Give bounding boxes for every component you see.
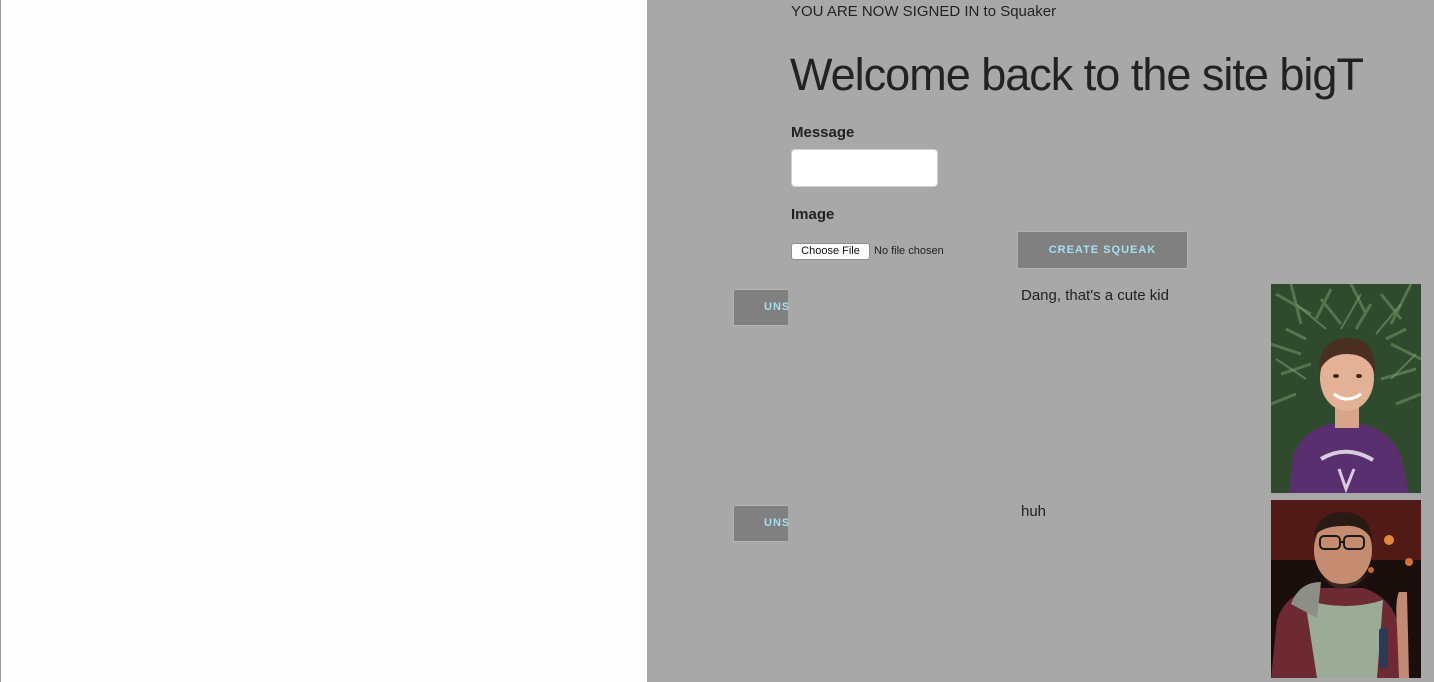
choose-file-button[interactable]: Choose File <box>791 243 870 260</box>
signed-in-notice: YOU ARE NOW SIGNED IN to Squaker <box>791 3 1057 20</box>
message-input[interactable] <box>791 149 938 187</box>
unsubscribe-button[interactable]: UNSUBSCRIBE <box>733 505 788 542</box>
page-title: Welcome back to the site bigT <box>790 49 1364 100</box>
photo-boy-purple-shirt-icon <box>1271 284 1421 493</box>
file-status-text: No file chosen <box>874 245 944 257</box>
squeak-message: Dang, that's a cute kid <box>1021 287 1169 304</box>
unsubscribe-button-clip: UNSUBSCRIBE <box>733 289 788 327</box>
squeak-image <box>1271 284 1421 493</box>
squeak-message: huh <box>1021 503 1047 520</box>
image-label: Image <box>791 206 835 223</box>
message-label: Message <box>791 124 855 141</box>
photo-man-glasses-icon <box>1271 500 1421 678</box>
squeak-image <box>1271 500 1421 678</box>
create-squeak-button[interactable]: CREATE SQUEAK <box>1017 231 1188 269</box>
unsubscribe-button-clip: UNSUBSCRIBE <box>733 505 788 543</box>
blank-left-pane <box>0 0 647 682</box>
unsubscribe-button[interactable]: UNSUBSCRIBE <box>733 289 788 326</box>
